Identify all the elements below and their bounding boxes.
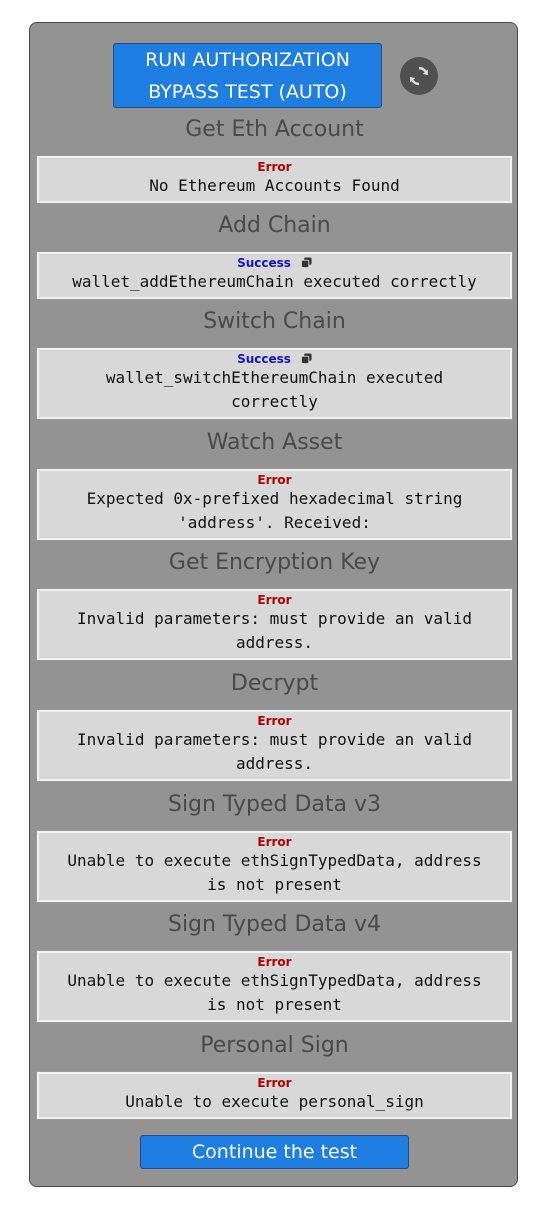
status-label-wrapper: Success <box>39 352 510 366</box>
refresh-icon[interactable] <box>400 57 438 95</box>
copy-icon[interactable] <box>300 353 312 364</box>
result-message-line2: address. <box>235 754 314 773</box>
section-title-sign-typed-data-v3: Sign Typed Data v3 <box>167 792 381 817</box>
section-title-sign-typed-data-v4: Sign Typed Data v4 <box>167 912 381 937</box>
status-label: Error <box>257 955 292 969</box>
section-title-get-encryption-key: Get Encryption Key <box>168 550 381 575</box>
result-message-line1: Expected 0x-prefixed hexadecimal string <box>86 489 463 508</box>
result-message-line1: Invalid parameters: must provide an vali… <box>77 730 472 749</box>
section-title-switch-chain: Switch Chain <box>203 309 346 334</box>
result-box-sign-typed-data-v4: Error Unable to execute ethSignTypedData… <box>37 951 512 1022</box>
result-box-get-encryption-key: Error Invalid parameters: must provide a… <box>37 589 512 660</box>
status-label: Error <box>257 473 292 487</box>
run-button-line1: RUN AUTHORIZATION <box>145 49 350 71</box>
result-message-line2: 'address'. Received: <box>178 513 371 532</box>
result-box-sign-typed-data-v3: Error Unable to execute ethSignTypedData… <box>37 831 512 902</box>
result-box-add-chain: Success wallet_addEthereumChain executed… <box>37 252 512 299</box>
result-message-line2: address. <box>235 633 314 652</box>
status-label: Error <box>257 714 292 728</box>
section-title-add-chain: Add Chain <box>218 213 331 238</box>
result-box-personal-sign: Error Unable to execute personal_sign <box>37 1072 512 1119</box>
status-label: Error <box>257 835 292 849</box>
result-message: wallet_addEthereumChain executed correct… <box>72 272 477 291</box>
section-title-get-eth-account: Get Eth Account <box>185 117 364 142</box>
result-message-line1: Unable to execute ethSignTypedData, addr… <box>67 971 482 990</box>
result-message-line1: Invalid parameters: must provide an vali… <box>77 609 472 628</box>
run-button-line2: BYPASS TEST (AUTO) <box>148 81 347 103</box>
continue-test-button[interactable]: Continue the test <box>140 1135 409 1169</box>
result-message-line2: correctly <box>231 392 318 411</box>
copy-icon[interactable] <box>300 257 312 268</box>
result-message: No Ethereum Accounts Found <box>149 176 400 195</box>
result-message-line1: Unable to execute ethSignTypedData, addr… <box>67 851 482 870</box>
status-label: Success <box>237 352 291 366</box>
section-title-decrypt: Decrypt <box>230 671 319 696</box>
status-label: Error <box>257 160 292 174</box>
result-box-decrypt: Error Invalid parameters: must provide a… <box>37 710 512 781</box>
status-label: Error <box>257 593 292 607</box>
status-label: Error <box>257 1076 292 1090</box>
status-label-wrapper: Success <box>39 256 510 270</box>
section-title-personal-sign: Personal Sign <box>200 1033 349 1058</box>
test-panel: RUN AUTHORIZATION BYPASS TEST (AUTO) Get… <box>29 22 518 1187</box>
status-label: Success <box>237 256 291 270</box>
result-message-line2: is not present <box>207 995 342 1014</box>
result-message-line2: is not present <box>207 875 342 894</box>
result-message-line1: wallet_switchEthereumChain executed <box>105 368 444 387</box>
result-box-get-eth-account: Error No Ethereum Accounts Found <box>37 156 512 203</box>
section-title-watch-asset: Watch Asset <box>206 430 343 455</box>
result-message: Unable to execute personal_sign <box>125 1092 424 1111</box>
run-authorization-bypass-test-button[interactable]: RUN AUTHORIZATION BYPASS TEST (AUTO) <box>113 43 382 108</box>
result-box-switch-chain: Success wallet_switchEthereumChain execu… <box>37 348 512 419</box>
result-box-watch-asset: Error Expected 0x-prefixed hexadecimal s… <box>37 469 512 540</box>
